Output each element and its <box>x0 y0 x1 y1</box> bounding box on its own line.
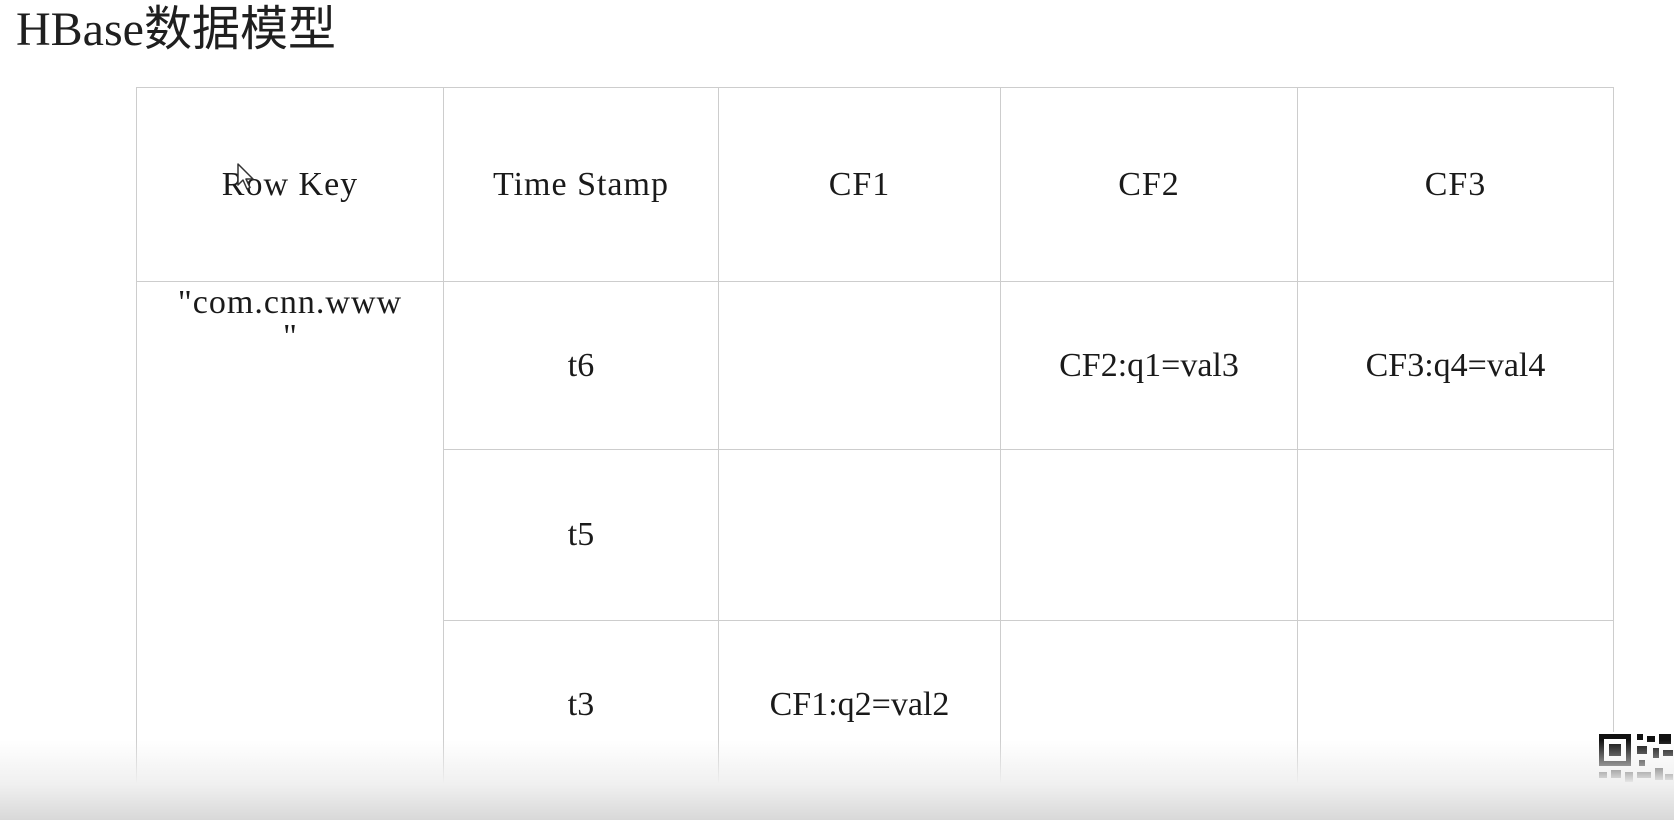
slide-title: HBase数据模型 <box>16 3 336 56</box>
cf2-cell <box>1000 449 1298 621</box>
header-cf2: CF2 <box>1000 87 1298 282</box>
header-cf1: CF1 <box>718 87 1001 282</box>
cf3-cell <box>1297 620 1614 790</box>
row-key-value: "com.cnn.www <box>177 284 403 321</box>
cf1-cell <box>718 449 1001 621</box>
row-key-cell: "com.cnn.www " <box>136 281 444 790</box>
header-cf3: CF3 <box>1297 87 1614 282</box>
qr-code-icon <box>1597 732 1674 820</box>
row-key-value-end: " <box>283 318 297 355</box>
timestamp-cell: t3 <box>443 620 719 790</box>
mouse-pointer-icon <box>237 163 254 190</box>
table-header-row: Row Key Time Stamp CF1 CF2 CF3 <box>136 87 1614 282</box>
cf1-cell: CF1:q2=val2 <box>718 620 1001 790</box>
cf2-cell: CF2:q1=val3 <box>1000 281 1298 450</box>
cf3-cell <box>1297 449 1614 621</box>
header-time-stamp: Time Stamp <box>443 87 719 282</box>
table-row: "com.cnn.www " t6 CF2:q1=val3 CF3:q4=val… <box>136 281 1614 790</box>
slide: HBase数据模型 Row Key Time Stamp CF1 CF2 CF3… <box>0 0 1674 820</box>
timestamp-cell: t5 <box>443 449 719 621</box>
timestamp-cell: t6 <box>443 281 719 450</box>
hbase-data-model-table: Row Key Time Stamp CF1 CF2 CF3 "com.cnn.… <box>136 87 1614 790</box>
header-row-key: Row Key <box>136 87 444 282</box>
cf2-cell <box>1000 620 1298 790</box>
cf1-cell <box>718 281 1001 450</box>
cf3-cell: CF3:q4=val4 <box>1297 281 1614 450</box>
